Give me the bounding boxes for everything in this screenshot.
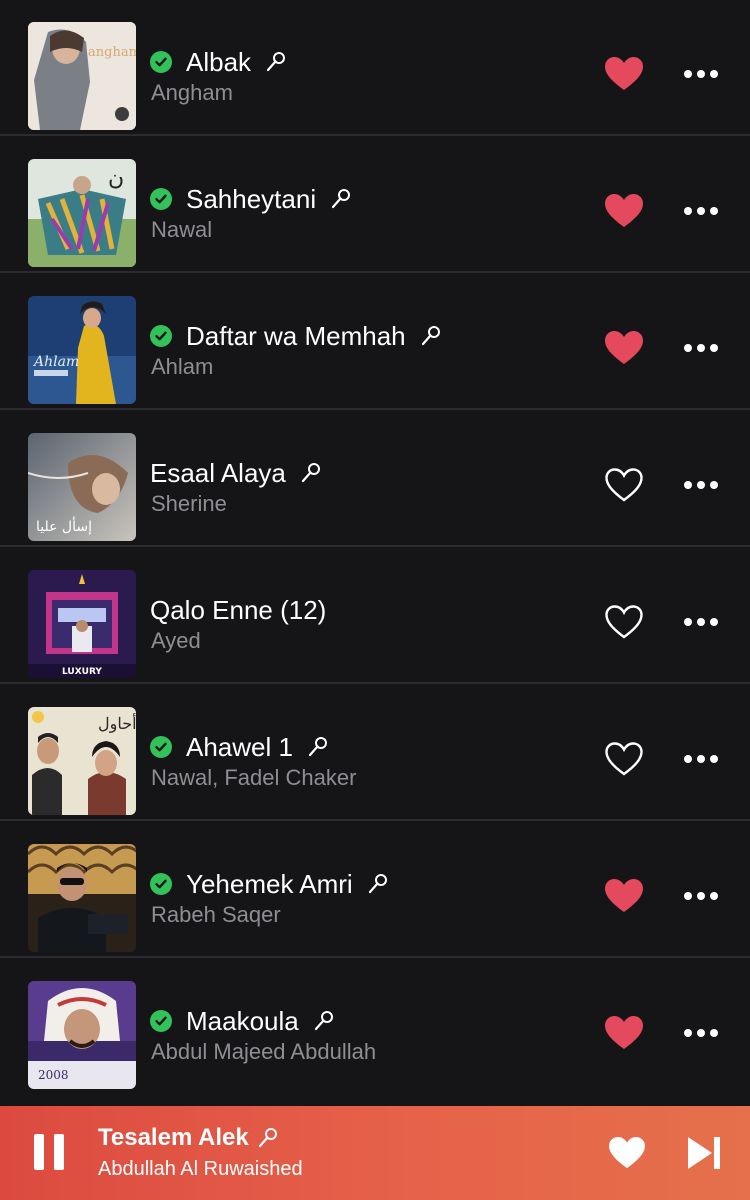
microphone-icon [332, 189, 351, 209]
album-art: أحاول [28, 707, 136, 815]
ellipsis-icon[interactable] [684, 747, 718, 771]
song-artist: Nawal [151, 217, 213, 242]
heart-icon[interactable] [604, 56, 644, 92]
album-art [28, 844, 136, 952]
song-artist: Ayed [151, 628, 201, 653]
ellipsis-icon[interactable] [684, 1021, 718, 1045]
svg-text:ن: ن [108, 166, 124, 191]
microphone-icon [368, 874, 387, 894]
microphone-icon [258, 1128, 277, 1148]
ellipsis-icon[interactable] [684, 473, 718, 497]
song-artist: Sherine [151, 491, 227, 516]
album-art: angham [28, 22, 136, 130]
row-divider [0, 956, 750, 958]
song-title: Ahawel 1 [186, 732, 293, 762]
song-title: Sahheytani [186, 184, 317, 214]
song-row[interactable]: Ahlam Daftar wa Memhah Ahlam [0, 274, 750, 410]
song-title-line: Yehemek Amri [150, 866, 389, 902]
mini-player[interactable]: Tesalem Alek Abdullah Al Ruwaished [0, 1106, 750, 1200]
song-title-line: Esaal Alaya [150, 455, 322, 491]
ellipsis-icon[interactable] [684, 884, 718, 908]
ellipsis-icon[interactable] [684, 199, 718, 223]
checkmark-circle-icon [150, 736, 172, 758]
svg-text:Ahlam: Ahlam [32, 354, 79, 370]
song-artist: Angham [151, 80, 233, 105]
now-playing-title-line: Tesalem Alek [98, 1124, 279, 1152]
song-title: Daftar wa Memhah [186, 321, 406, 351]
row-divider [0, 271, 750, 273]
song-title-line: Sahheytani [150, 181, 352, 217]
svg-text:angham: angham [88, 45, 136, 60]
row-divider [0, 134, 750, 136]
microphone-icon [266, 52, 286, 72]
skip-forward-icon[interactable] [686, 1134, 722, 1172]
checkmark-circle-icon [150, 325, 172, 347]
row-divider [0, 682, 750, 684]
heart-icon[interactable] [604, 604, 644, 640]
heart-icon[interactable] [604, 1015, 644, 1051]
row-divider [0, 408, 750, 410]
album-art: LUXURY [28, 570, 136, 678]
song-title: Maakoula [186, 1006, 299, 1036]
album-art: Ahlam [28, 296, 136, 404]
song-artist: Rabeh Saqer [151, 902, 281, 927]
song-row[interactable]: LUXURY Qalo Enne (12) Ayed [0, 548, 750, 684]
microphone-icon [301, 463, 320, 483]
song-title: Esaal Alaya [150, 458, 286, 488]
heart-icon[interactable] [604, 878, 644, 914]
heart-icon[interactable] [604, 193, 644, 229]
heart-icon[interactable] [608, 1136, 646, 1170]
row-divider [0, 819, 750, 821]
checkmark-circle-icon [150, 1010, 172, 1032]
song-artist: Nawal, Fadel Chaker [151, 765, 357, 790]
song-title: Albak [186, 47, 252, 77]
microphone-icon [314, 1011, 333, 1031]
song-row[interactable]: angham Albak Angham [0, 0, 750, 136]
pause-icon[interactable] [34, 1134, 64, 1170]
row-divider [0, 545, 750, 547]
song-artist: Abdul Majeed Abdullah [151, 1039, 377, 1064]
album-art: إسأل عليا [28, 433, 136, 541]
svg-text:LUXURY: LUXURY [62, 667, 102, 677]
song-row[interactable]: Yehemek Amri Rabeh Saqer [0, 822, 750, 958]
heart-icon[interactable] [604, 741, 644, 777]
svg-text:2008: 2008 [38, 1068, 69, 1082]
checkmark-circle-icon [150, 873, 172, 895]
song-row[interactable]: أحاول Ahawel 1 Nawal, Fadel Chaker [0, 685, 750, 821]
now-playing-artist: Abdullah Al Ruwaished [98, 1158, 303, 1180]
song-row[interactable]: إسأل عليا Esaal Alaya Sherine [0, 411, 750, 547]
song-artist: Ahlam [151, 354, 214, 379]
song-title-line: Ahawel 1 [150, 729, 329, 765]
heart-icon[interactable] [604, 330, 644, 366]
song-list: angham Albak Angham ن Sahheytani Nawal A… [0, 0, 750, 1106]
song-title-line: Qalo Enne (12) [150, 592, 326, 628]
album-art: ن [28, 159, 136, 267]
microphone-icon [308, 737, 327, 757]
song-row[interactable]: ن Sahheytani Nawal [0, 137, 750, 273]
ellipsis-icon[interactable] [684, 336, 718, 360]
song-row[interactable]: 2008 Maakoula Abdul Majeed Abdullah [0, 959, 750, 1095]
album-art: 2008 [28, 981, 136, 1089]
song-title-line: Daftar wa Memhah [150, 318, 442, 354]
ellipsis-icon[interactable] [684, 62, 718, 86]
song-title: Yehemek Amri [186, 869, 353, 899]
microphone-icon [421, 326, 440, 346]
now-playing-title: Tesalem Alek [98, 1124, 249, 1151]
checkmark-circle-icon [150, 51, 172, 73]
song-title: Qalo Enne (12) [150, 595, 327, 625]
svg-text:إسأل عليا: إسأل عليا [36, 516, 92, 535]
song-title-line: Maakoula [150, 1003, 335, 1039]
ellipsis-icon[interactable] [684, 610, 718, 634]
heart-icon[interactable] [604, 467, 644, 503]
svg-text:أحاول: أحاول [98, 713, 136, 733]
song-title-line: Albak [150, 44, 287, 80]
checkmark-circle-icon [150, 188, 172, 210]
